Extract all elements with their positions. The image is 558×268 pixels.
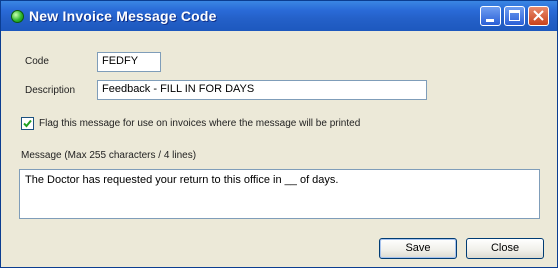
save-button[interactable]: Save — [379, 238, 457, 259]
code-field[interactable]: FEDFY — [97, 52, 161, 72]
window-title: New Invoice Message Code — [29, 8, 217, 24]
description-field[interactable]: Feedback - FILL IN FOR DAYS — [97, 80, 427, 100]
minimize-button[interactable] — [480, 6, 501, 26]
maximize-icon — [509, 10, 520, 21]
green-circle-icon — [11, 10, 24, 23]
close-icon — [533, 10, 544, 21]
checkmark-icon — [23, 119, 32, 128]
code-label: Code — [25, 56, 49, 67]
maximize-button[interactable] — [504, 6, 525, 26]
message-textarea[interactable]: The Doctor has requested your return to … — [19, 169, 540, 219]
invoice-message-dialog: New Invoice Message Code Code FEDFY Desc… — [0, 0, 558, 268]
flag-checkbox[interactable] — [21, 117, 34, 130]
close-button-bottom[interactable]: Close — [466, 238, 544, 259]
message-label: Message (Max 255 characters / 4 lines) — [21, 150, 197, 161]
close-button[interactable] — [528, 6, 549, 26]
description-label: Description — [25, 85, 76, 96]
minimize-icon — [486, 19, 494, 22]
title-bar[interactable]: New Invoice Message Code — [1, 1, 557, 31]
flag-checkbox-label[interactable]: Flag this message for use on invoices wh… — [39, 118, 360, 129]
